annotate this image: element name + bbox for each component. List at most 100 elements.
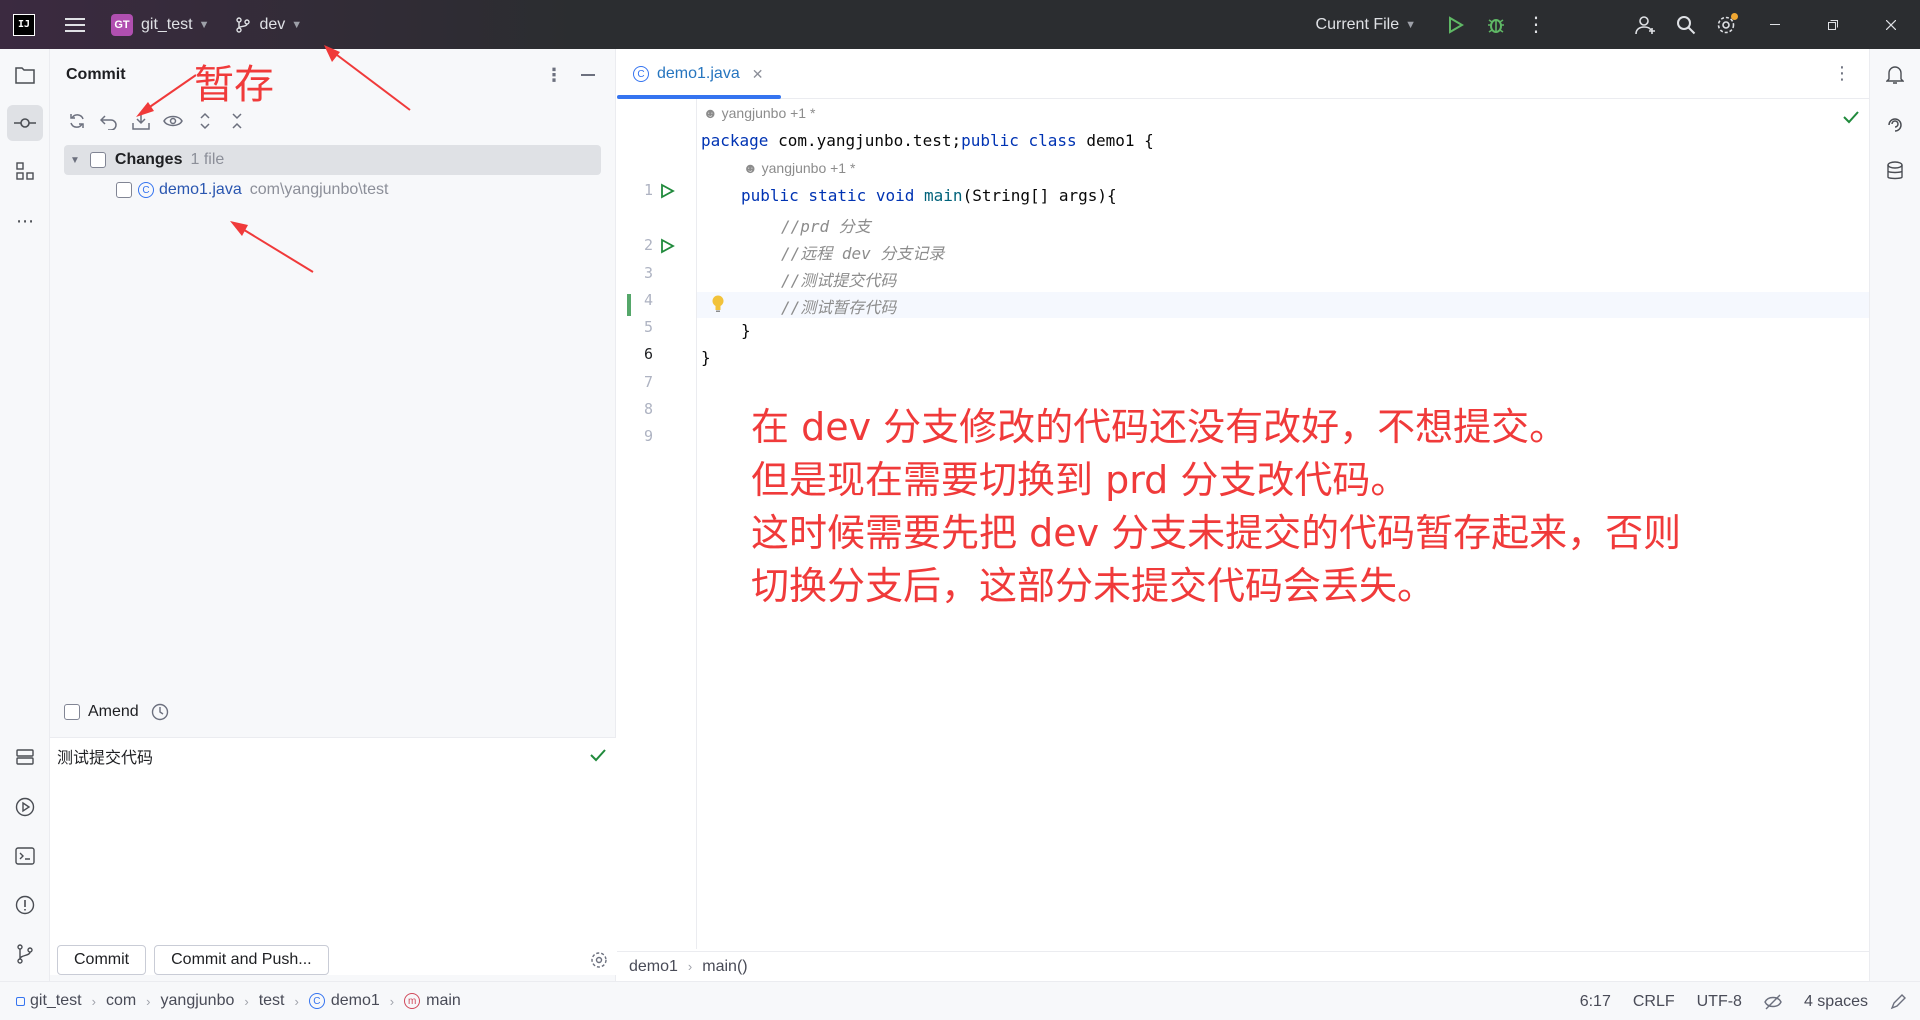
app-logo[interactable]: IJ — [13, 13, 35, 36]
commit-buttons: Commit Commit and Push... — [57, 945, 329, 975]
run-gutter-icon[interactable] — [659, 238, 675, 254]
code-line-1[interactable]: package com.yangjunbo.test;public class … — [701, 131, 1154, 150]
readonly-toggle-icon[interactable] — [1890, 993, 1906, 1010]
chevron-down-icon: ▼ — [291, 18, 303, 31]
line-number: 6 — [643, 345, 653, 363]
ai-assistant-icon[interactable] — [1877, 105, 1913, 141]
annotation-line: 但是现在需要切换到 prd 分支改代码。 — [751, 458, 1409, 502]
minimize-icon[interactable] — [1746, 5, 1804, 45]
code-line-5[interactable]: //测试提交代码 — [781, 267, 896, 291]
search-icon[interactable] — [1666, 5, 1706, 45]
commit-message-field[interactable]: 测试提交代码 — [50, 737, 616, 975]
commit-button[interactable]: Commit — [57, 945, 147, 975]
chevron-down-icon[interactable]: ▼ — [70, 155, 80, 166]
author-inlay[interactable]: ☻ yangjunbo +1 * — [703, 105, 815, 121]
more-actions-icon[interactable]: ⋮ — [1516, 5, 1556, 45]
run-gutter-icon[interactable] — [659, 183, 675, 199]
annotation-line: 在 dev 分支修改的代码还没有改好，不想提交。 — [751, 405, 1568, 449]
check-icon — [590, 749, 606, 762]
main-menu-icon[interactable] — [55, 5, 95, 45]
nav-item[interactable]: demo1 — [331, 992, 380, 1010]
commit-and-push-button[interactable]: Commit and Push... — [154, 945, 329, 975]
more-tools-icon[interactable]: ⋯ — [7, 203, 43, 239]
notifications-icon[interactable] — [1877, 57, 1913, 93]
commit-message-text[interactable]: 测试提交代码 — [57, 744, 153, 768]
indent-setting[interactable]: 4 spaces — [1804, 993, 1868, 1011]
add-user-icon[interactable] — [1626, 5, 1666, 45]
project-selector[interactable]: GT git_test ▼ — [111, 13, 210, 36]
gear-icon[interactable] — [590, 951, 608, 969]
code-line-2[interactable]: public static void main(String[] args){ — [741, 186, 1117, 205]
changes-checkbox[interactable] — [89, 152, 106, 168]
close-icon[interactable] — [1862, 5, 1920, 45]
method-name: main — [924, 186, 963, 205]
chevron-right-icon: › — [389, 993, 395, 1009]
tab-close-icon[interactable]: ✕ — [752, 66, 764, 83]
panel-minimize-icon[interactable] — [581, 74, 595, 76]
breadcrumb-item[interactable]: main() — [702, 958, 747, 976]
branch-selector[interactable]: dev ▼ — [235, 16, 302, 34]
author-text: yangjunbo +1 * — [761, 160, 856, 176]
method-icon: m — [404, 993, 421, 1009]
chevron-down-icon: ▼ — [198, 18, 210, 31]
chevron-right-icon: › — [294, 993, 299, 1009]
chevron-right-icon: › — [91, 993, 96, 1009]
amend-label[interactable]: Amend — [88, 703, 139, 721]
stash-icon[interactable] — [128, 108, 154, 134]
chevron-right-icon: › — [244, 993, 249, 1009]
inspection-off-icon[interactable] — [1764, 994, 1782, 1010]
line-separator[interactable]: CRLF — [1633, 993, 1675, 1011]
services-tool-icon[interactable] — [7, 739, 43, 775]
problems-tool-icon[interactable] — [7, 887, 43, 923]
no-problems-check-icon[interactable] — [1843, 110, 1859, 124]
rollback-icon[interactable] — [96, 108, 122, 134]
project-tool-icon[interactable] — [7, 57, 43, 93]
package-name: com.yangjunbo.test; — [768, 131, 962, 150]
history-icon[interactable] — [151, 703, 169, 721]
collapse-all-icon[interactable] — [224, 108, 250, 134]
run-tool-icon[interactable] — [7, 789, 43, 825]
breadcrumb-item[interactable]: demo1 — [629, 958, 678, 976]
nav-item[interactable]: test — [259, 992, 285, 1010]
file-encoding[interactable]: UTF-8 — [1697, 993, 1742, 1011]
debug-icon[interactable] — [1476, 5, 1516, 45]
run-icon[interactable] — [1436, 5, 1476, 45]
code-line-7[interactable]: } — [741, 321, 751, 340]
changes-group-row[interactable]: ▼ Changes 1 file — [64, 145, 601, 175]
code-line-6[interactable]: //测试暂存代码 — [781, 294, 896, 318]
tab-label: demo1.java — [657, 65, 740, 82]
code-line-3[interactable]: //prd 分支 — [781, 213, 871, 237]
code-line-4[interactable]: //远程 dev 分支记录 — [781, 240, 944, 264]
nav-item[interactable]: main — [426, 992, 461, 1010]
panel-options-icon[interactable]: ⋮ — [545, 65, 563, 86]
editor-options-icon[interactable]: ⋮ — [1833, 63, 1851, 84]
run-configuration-selector[interactable]: Current File ▼ — [1316, 16, 1416, 34]
refresh-icon[interactable] — [64, 108, 90, 134]
lightbulb-icon[interactable] — [711, 295, 725, 313]
nav-item[interactable]: com — [106, 992, 136, 1010]
caret-position[interactable]: 6:17 — [1580, 993, 1611, 1011]
database-icon[interactable] — [1877, 153, 1913, 189]
navigation-breadcrumb: git_test › com › yangjunbo › test › C de… — [0, 992, 461, 1010]
file-checkbox[interactable] — [116, 182, 132, 198]
structure-tool-icon[interactable] — [7, 153, 43, 189]
code-line-8[interactable]: } — [701, 348, 711, 367]
git-tool-icon[interactable] — [7, 936, 43, 972]
terminal-tool-icon[interactable] — [7, 838, 43, 874]
settings-icon[interactable] — [1706, 5, 1746, 45]
commit-tool-icon[interactable] — [7, 105, 43, 141]
nav-item[interactable]: git_test — [30, 992, 82, 1010]
editor-area: C demo1.java ✕ ⋮ 1 2 3 4 5 6 7 8 9 ☻ yan… — [617, 49, 1869, 981]
module-icon — [16, 996, 25, 1006]
restore-icon[interactable] — [1804, 5, 1862, 45]
nav-item[interactable]: yangjunbo — [161, 992, 235, 1010]
annotation-line: 切换分支后，这部分未提交代码会丢失。 — [751, 564, 1436, 608]
expand-all-icon[interactable] — [192, 108, 218, 134]
tab-demo1-java[interactable]: C demo1.java ✕ — [617, 49, 779, 99]
line-number: 9 — [643, 427, 653, 445]
show-diff-icon[interactable] — [160, 108, 186, 134]
amend-checkbox[interactable] — [64, 704, 80, 720]
editor-breadcrumb: demo1 › main() — [617, 951, 1869, 981]
changed-file-row[interactable]: C demo1.java com\yangjunbo\test — [50, 175, 615, 205]
author-inlay[interactable]: ☻ yangjunbo +1 * — [743, 160, 855, 176]
